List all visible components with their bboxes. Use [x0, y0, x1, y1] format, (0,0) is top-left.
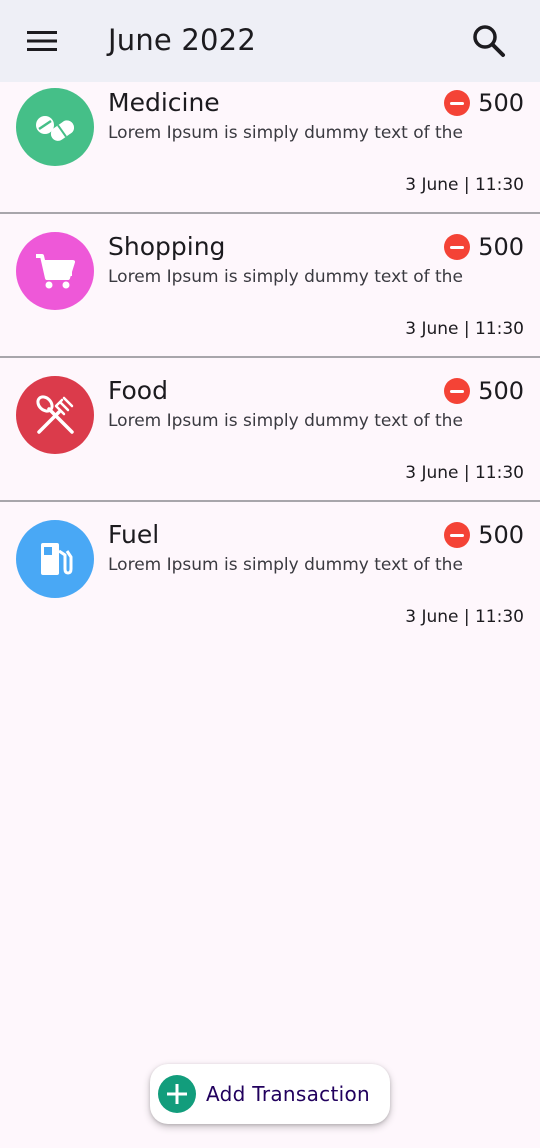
transaction-datetime: 3 June | 11:30 — [405, 607, 524, 627]
amount-group: 500 — [444, 519, 524, 551]
transaction-title: Fuel — [108, 520, 160, 549]
add-transaction-label: Add Transaction — [206, 1082, 370, 1106]
minus-circle-icon — [444, 522, 471, 548]
minus-circle-icon — [444, 234, 471, 260]
transaction-description: Lorem Ipsum is simply dummy text of the — [108, 123, 463, 143]
minus-circle-icon — [444, 90, 471, 116]
shopping-cart-icon — [16, 232, 94, 310]
transaction-item[interactable]: Fuel Lorem Ipsum is simply dummy text of… — [0, 502, 540, 644]
page-title: June 2022 — [108, 23, 256, 57]
fork-spoon-icon — [16, 376, 94, 454]
transaction-item[interactable]: Medicine Lorem Ipsum is simply dummy tex… — [0, 82, 540, 214]
transaction-description: Lorem Ipsum is simply dummy text of the — [108, 267, 463, 287]
transaction-title: Food — [108, 376, 168, 405]
transaction-datetime: 3 June | 11:30 — [405, 175, 524, 195]
transaction-amount: 500 — [478, 233, 524, 261]
transaction-item[interactable]: Food Lorem Ipsum is simply dummy text of… — [0, 358, 540, 502]
transaction-item[interactable]: Shopping Lorem Ipsum is simply dummy tex… — [0, 214, 540, 358]
search-icon[interactable] — [468, 20, 510, 62]
amount-group: 500 — [444, 231, 524, 263]
amount-group: 500 — [444, 375, 524, 407]
transaction-amount: 500 — [478, 89, 524, 117]
transaction-description: Lorem Ipsum is simply dummy text of the — [108, 555, 463, 575]
transaction-description: Lorem Ipsum is simply dummy text of the — [108, 411, 463, 431]
minus-circle-icon — [444, 378, 471, 404]
transaction-title: Shopping — [108, 232, 226, 261]
transaction-amount: 500 — [478, 521, 524, 549]
pills-icon — [16, 88, 94, 166]
amount-group: 500 — [444, 87, 524, 119]
fuel-pump-icon — [16, 520, 94, 598]
plus-icon — [158, 1075, 196, 1113]
transaction-title: Medicine — [108, 88, 220, 117]
transaction-datetime: 3 June | 11:30 — [405, 319, 524, 339]
menu-icon[interactable] — [22, 24, 62, 58]
app-bar: June 2022 — [0, 0, 540, 82]
transaction-amount: 500 — [478, 377, 524, 405]
add-transaction-button[interactable]: Add Transaction — [150, 1064, 390, 1124]
transaction-datetime: 3 June | 11:30 — [405, 463, 524, 483]
transaction-list: Medicine Lorem Ipsum is simply dummy tex… — [0, 82, 540, 644]
